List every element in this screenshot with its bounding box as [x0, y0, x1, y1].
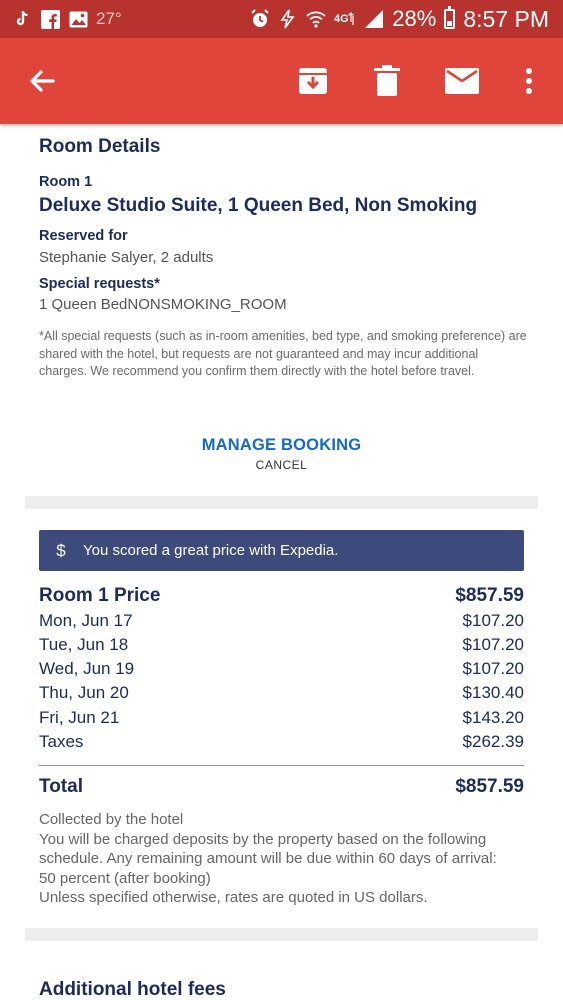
back-arrow-icon [30, 70, 55, 92]
price-line-amount: $143.20 [462, 708, 524, 727]
room-price-amount: $857.59 [455, 585, 524, 606]
room-details-heading: Room Details [39, 136, 161, 157]
tiktok-icon [12, 9, 32, 29]
total-divider [39, 765, 524, 766]
price-line-amount: $107.20 [462, 611, 524, 630]
price-line: Tue, Jun 18 $107.20 [39, 635, 524, 655]
price-line-amount: $130.40 [462, 683, 524, 702]
room-name: Deluxe Studio Suite, 1 Queen Bed, Non Sm… [39, 195, 478, 216]
battery-percent: 28% [392, 6, 437, 31]
alarm-icon [250, 9, 270, 29]
clock-time: 8:57 PM [463, 5, 549, 32]
reserved-for-value: Stephanie Salyer, 2 adults [39, 249, 214, 266]
section-divider [25, 928, 538, 941]
price-line-label: Fri, Jun 21 [39, 708, 120, 727]
price-line: Fri, Jun 21 $143.20 [39, 708, 524, 728]
battery-icon [444, 6, 456, 29]
payment-notes: Collected by the hotel You will be charg… [39, 810, 524, 908]
mark-unread-button[interactable] [442, 61, 482, 101]
email-body[interactable]: Room Details Room 1 Deluxe Studio Suite,… [0, 124, 563, 1000]
back-button[interactable] [22, 61, 62, 101]
price-line-label: Taxes [39, 732, 84, 751]
total-label: Total [39, 776, 83, 797]
gallery-icon [68, 9, 88, 29]
trash-icon [374, 65, 400, 96]
room-price-header: Room 1 Price $857.59 [39, 585, 524, 607]
temperature-text: 27° [96, 9, 122, 28]
price-line-amount: $107.20 [462, 635, 524, 654]
special-requests-label: Special requests* [39, 276, 160, 292]
banner-text: You scored a great price with Expedia. [83, 542, 339, 559]
payment-note: You will be charged deposits by the prop… [39, 830, 497, 868]
network-4g-icon: 4G [334, 9, 356, 29]
payment-note: Unless specified otherwise, rates are qu… [39, 889, 428, 907]
more-vert-icon [526, 68, 532, 94]
wifi-icon [306, 9, 326, 29]
data-saver-icon [278, 9, 298, 29]
dollar-icon: $ [56, 540, 66, 560]
price-line-label: Tue, Jun 18 [39, 635, 129, 654]
price-line-amount: $262.39 [462, 732, 524, 751]
price-line-taxes: Taxes $262.39 [39, 732, 524, 752]
reserved-for-label: Reserved for [39, 228, 128, 244]
payment-note: 50 percent (after booking) [39, 869, 211, 887]
cancel-link[interactable]: CANCEL [0, 458, 563, 472]
price-line: Wed, Jun 19 $107.20 [39, 659, 524, 679]
total-amount: $857.59 [455, 776, 524, 797]
price-line-amount: $107.20 [462, 659, 524, 678]
delete-button[interactable] [367, 61, 407, 101]
app-bar [0, 38, 563, 124]
archive-icon [299, 68, 327, 94]
status-left: 27° [12, 8, 122, 30]
additional-fees-heading: Additional hotel fees [39, 979, 226, 1000]
total-row: Total $857.59 [39, 776, 524, 798]
status-right: 4G 28% 8:57 PM [250, 6, 549, 32]
manage-booking-link[interactable]: MANAGE BOOKING [0, 436, 563, 455]
room-number-label: Room 1 [39, 174, 93, 190]
mail-icon [445, 68, 479, 94]
payment-note: Collected by the hotel [39, 811, 184, 828]
price-line: Thu, Jun 20 $130.40 [39, 683, 524, 703]
svg-text:4G: 4G [334, 13, 349, 25]
price-line-label: Wed, Jun 19 [39, 659, 135, 678]
price-line-label: Mon, Jun 17 [39, 611, 133, 630]
facebook-icon [40, 9, 60, 29]
status-bar: 27° 4G 28% 8:57 PM [0, 0, 563, 38]
price-line-label: Thu, Jun 20 [39, 683, 129, 702]
special-requests-value: 1 Queen BedNONSMOKING_ROOM [39, 296, 287, 313]
special-requests-disclaimer: *All special requests (such as in-room a… [39, 329, 527, 378]
room-price-title: Room 1 Price [39, 585, 161, 606]
great-price-banner: $ You scored a great price with Expedia. [39, 530, 524, 571]
signal-icon [364, 9, 384, 29]
price-line: Mon, Jun 17 $107.20 [39, 611, 524, 631]
more-options-button[interactable] [509, 61, 549, 101]
section-divider [25, 496, 538, 509]
archive-button[interactable] [293, 61, 333, 101]
